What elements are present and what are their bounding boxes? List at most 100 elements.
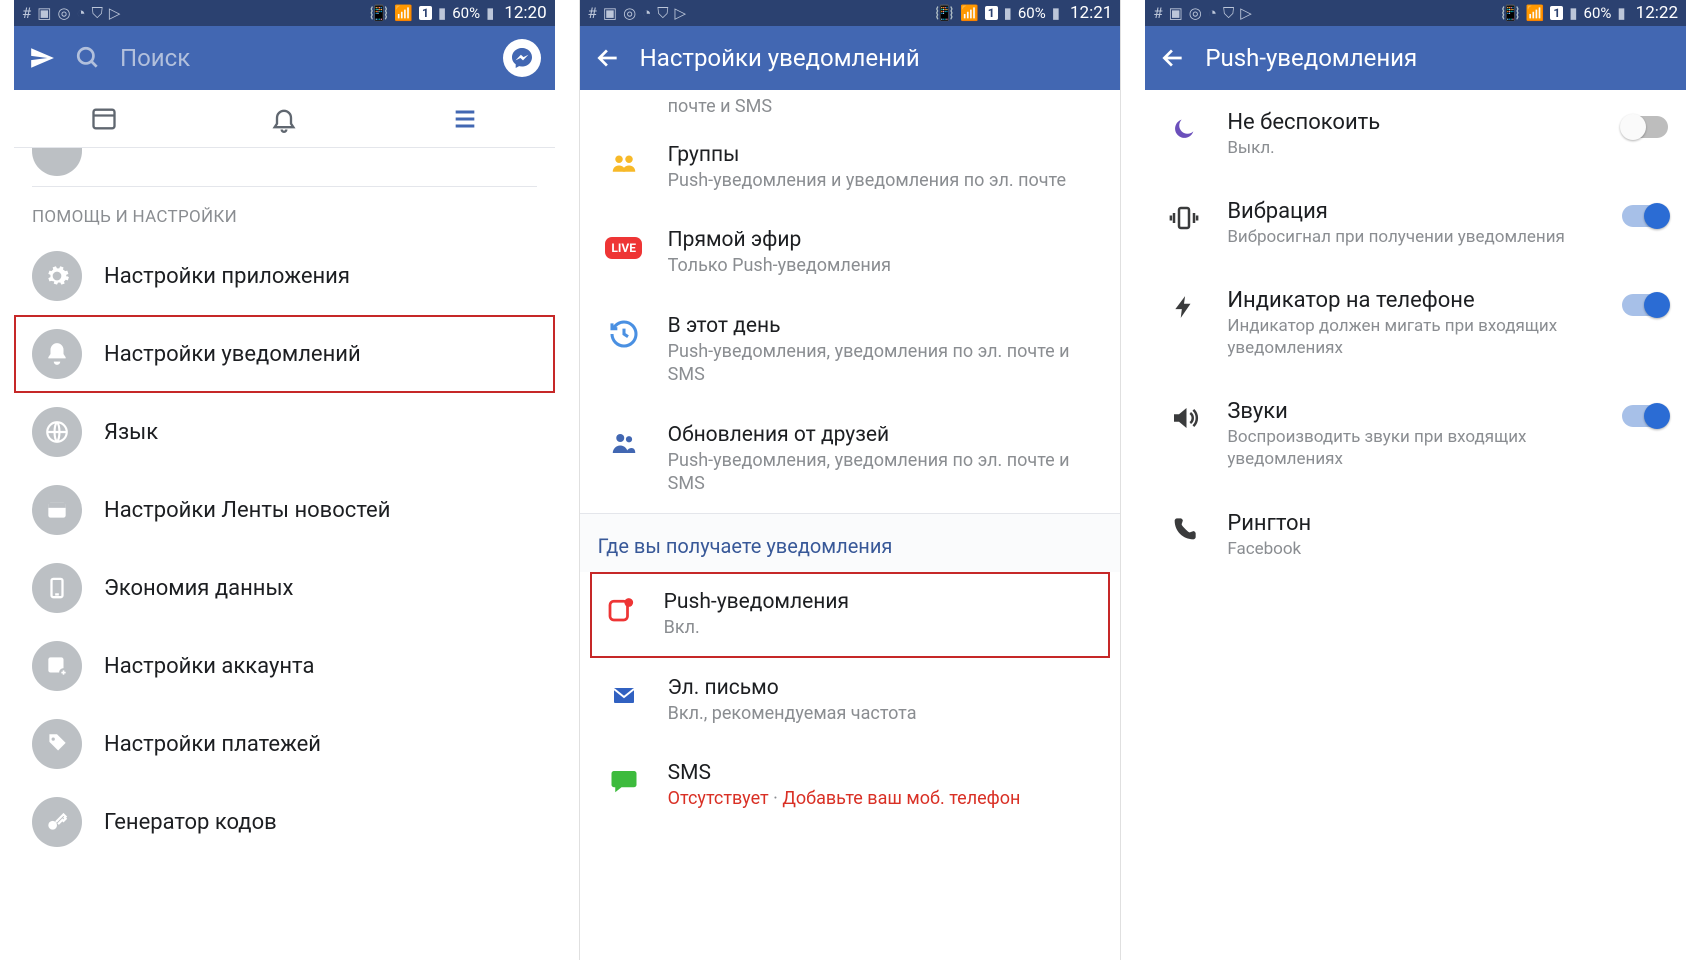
row-subtitle: Только Push-уведомления (668, 254, 1103, 277)
status-bar: #▣◎◔⛉▷ 📳📶1▮60%▮12:21 (580, 0, 1121, 26)
section-header: ПОМОЩЬ И НАСТРОЙКИ (14, 187, 555, 237)
menu-feed-settings[interactable]: Настройки Ленты новостей (14, 471, 555, 549)
row-title: В этот день (668, 314, 1103, 338)
pie-icon: ◔ (77, 4, 86, 22)
row-subtitle: Индикатор должен мигать при входящих уве… (1227, 315, 1596, 359)
row-subtitle: Вкл., рекомендуемая частота (668, 702, 1103, 725)
live-icon: LIVE (606, 230, 642, 266)
notif-push-row[interactable]: Push-уведомленияВкл. (590, 572, 1111, 657)
target-icon: ◎ (57, 4, 70, 22)
app-header: Push-уведомления (1145, 26, 1686, 90)
notif-email-row[interactable]: Эл. письмоВкл., рекомендуемая частота (580, 658, 1121, 743)
vibration-icon (1167, 201, 1201, 235)
search-placeholder[interactable]: Поиск (120, 44, 485, 72)
page-title: Настройки уведомлений (640, 44, 1107, 72)
dnd-switch[interactable] (1622, 116, 1668, 138)
notif-live-row[interactable]: LIVE Прямой эфирТолько Push-уведомления (580, 210, 1121, 295)
push-sounds-row[interactable]: ЗвукиВоспроизводить звуки при входящих у… (1145, 379, 1686, 490)
menu-code-generator[interactable]: Генератор кодов (14, 783, 555, 861)
row-subtitle: Воспроизводить звуки при входящих уведом… (1227, 426, 1596, 470)
row-title: Прямой эфир (668, 228, 1103, 252)
phone-icon (32, 563, 82, 613)
menu-data-saver[interactable]: Экономия данных (14, 549, 555, 627)
menu-label: Настройки аккаунта (104, 654, 314, 679)
page-title: Push-уведомления (1205, 44, 1672, 72)
battery-icon: ▮ (486, 4, 494, 22)
status-bar: #▣◎◔⛉▷ 📳📶1▮60%▮12:22 (1145, 0, 1686, 26)
row-subtitle: Push-уведомления, уведомления по эл. поч… (668, 340, 1103, 387)
row-subtitle: Вибросигнал при получении уведомления (1227, 226, 1596, 248)
sim-1-icon: 1 (419, 6, 432, 20)
push-dnd-row[interactable]: Не беспокоитьВыкл. (1145, 90, 1686, 179)
signal-icon: ▮ (438, 4, 446, 22)
app-header: Поиск (14, 26, 555, 90)
push-led-row[interactable]: Индикатор на телефонеИндикатор должен ми… (1145, 268, 1686, 379)
row-title: Рингтон (1227, 511, 1668, 536)
tab-strip (14, 90, 555, 148)
menu-label: Настройки платежей (104, 732, 321, 757)
menu-notification-settings[interactable]: Настройки уведомлений (14, 315, 555, 393)
row-title: Группы (668, 143, 1103, 167)
screen-push-settings: #▣◎◔⛉▷ 📳📶1▮60%▮12:22 Push-уведомления Не… (1145, 0, 1686, 960)
menu-label: Настройки Ленты новостей (104, 498, 390, 523)
friends-icon (606, 425, 642, 461)
shield-icon: ⛉ (92, 4, 103, 22)
sms-icon (606, 763, 642, 799)
sounds-switch[interactable] (1622, 405, 1668, 427)
hash-icon: # (22, 4, 31, 22)
screen-menu: # ▣ ◎ ◔ ⛉ ▷ 📳 📶 1 ▮ 60% ▮ 12:20 Поиск (14, 0, 555, 960)
row-subtitle: Push-уведомления и уведомления по эл. по… (668, 169, 1103, 192)
push-ringtone-row[interactable]: РингтонFacebook (1145, 491, 1686, 580)
row-title: Push-уведомления (664, 590, 1099, 614)
menu-label: Генератор кодов (104, 810, 277, 835)
notif-groups-row[interactable]: ГруппыPush-уведомления и уведомления по … (580, 125, 1121, 210)
flash-icon (1167, 290, 1201, 324)
row-subtitle: Отсутствует · Добавьте ваш моб. телефон (668, 787, 1103, 810)
messenger-button[interactable] (503, 39, 541, 77)
row-title: Вибрация (1227, 199, 1596, 224)
globe-icon (32, 407, 82, 457)
menu-account-settings[interactable]: Настройки аккаунта (14, 627, 555, 705)
vibrate-ringer-icon: 📳 (370, 4, 389, 22)
clock: 12:20 (504, 3, 546, 23)
where-header: Где вы получаете уведомления (580, 513, 1121, 572)
menu-label: Настройки приложения (104, 264, 350, 289)
menu-language[interactable]: Язык (14, 393, 555, 471)
menu-payment-settings[interactable]: Настройки платежей (14, 705, 555, 783)
gear-icon (32, 251, 82, 301)
menu-app-settings[interactable]: Настройки приложения (14, 237, 555, 315)
moon-icon (1167, 112, 1201, 146)
groups-icon (606, 145, 642, 181)
account-icon (32, 641, 82, 691)
back-button[interactable] (1159, 44, 1187, 72)
notifications-tab-icon[interactable] (270, 105, 298, 133)
notif-friends-row[interactable]: Обновления от друзейPush-уведомления, ув… (580, 405, 1121, 514)
row-title: Звуки (1227, 399, 1596, 424)
menu-tab-icon[interactable] (451, 105, 479, 133)
row-title: SMS (668, 761, 1103, 785)
wifi-icon: 📶 (394, 4, 413, 22)
row-title: Эл. письмо (668, 676, 1103, 700)
led-switch[interactable] (1622, 294, 1668, 316)
vibration-switch[interactable] (1622, 205, 1668, 227)
push-vibration-row[interactable]: ВибрацияВибросигнал при получении уведом… (1145, 179, 1686, 268)
row-subtitle: Вкл. (664, 616, 1099, 639)
app-header: Настройки уведомлений (580, 26, 1121, 90)
notif-sms-row[interactable]: SMSОтсутствует · Добавьте ваш моб. телеф… (580, 743, 1121, 828)
back-button[interactable] (594, 44, 622, 72)
phone-handset-icon (1167, 513, 1201, 547)
status-bar: # ▣ ◎ ◔ ⛉ ▷ 📳 📶 1 ▮ 60% ▮ 12:20 (14, 0, 555, 26)
row-title: Не беспокоить (1227, 110, 1596, 135)
feed-settings-icon (32, 485, 82, 535)
battery-pct: 60% (452, 4, 480, 22)
speaker-icon (1167, 401, 1201, 435)
search-icon[interactable] (74, 44, 102, 72)
key-icon (32, 797, 82, 847)
send-icon[interactable] (28, 44, 56, 72)
notif-onthisday-row[interactable]: В этот деньPush-уведомления, уведомления… (580, 296, 1121, 405)
play-icon: ▷ (109, 4, 121, 22)
feed-tab-icon[interactable] (90, 105, 118, 133)
truncated-subtitle: почте и SMS (580, 90, 1121, 125)
push-icon (602, 592, 638, 628)
row-subtitle: Push-уведомления, уведомления по эл. поч… (668, 449, 1103, 496)
